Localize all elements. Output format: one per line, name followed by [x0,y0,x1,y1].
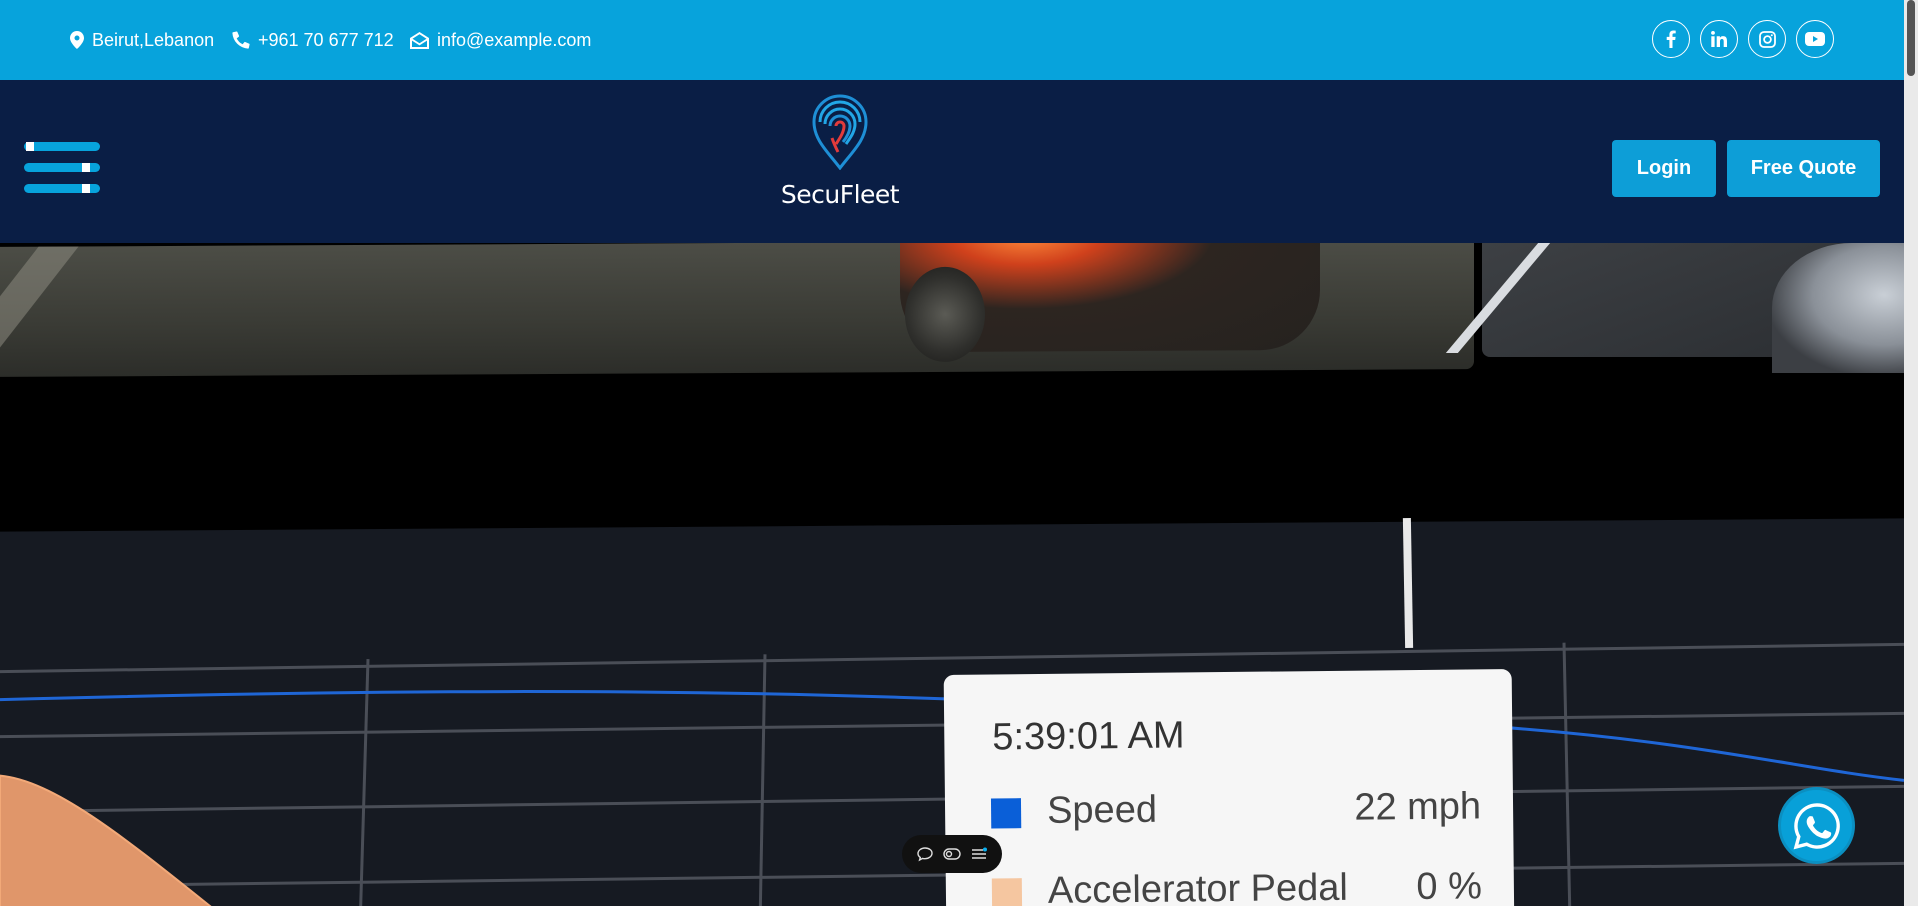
youtube-link[interactable] [1796,20,1834,58]
phone-icon [232,31,250,49]
brand-logo[interactable]: SecuFleet [780,94,900,214]
scrollbar-thumb[interactable] [1907,0,1915,76]
email-text[interactable]: info@example.com [437,30,591,51]
tooltip-series-name: Accelerator Pedal [1047,866,1349,906]
accelerator-series-area [0,774,243,906]
email-item[interactable]: info@example.com [410,0,591,80]
instagram-icon [1758,30,1776,48]
comment-icon[interactable] [917,846,933,862]
whatsapp-button[interactable] [1778,787,1855,864]
page-scrollbar[interactable] [1904,0,1918,906]
facebook-icon [1666,30,1676,48]
brand-name: SecuFleet [780,180,900,209]
accelerator-swatch [991,878,1023,906]
top-contact-bar: Beirut,Lebanon +961 70 677 712 info@exam… [0,0,1904,80]
hamburger-menu-icon[interactable] [24,142,102,200]
tooltip-series-name: Speed [1046,788,1158,832]
tooltip-series-value: 22 mph [1354,785,1482,829]
tooltip-row-accelerator: Accelerator Pedal 0 % [991,865,1482,906]
camera-feed-side [1445,243,1904,373]
speed-swatch [990,798,1022,829]
tooltip-time: 5:39:01 AM [992,714,1185,759]
main-header: SecuFleet Login Free Quote [0,80,1904,243]
whatsapp-icon [1793,802,1840,849]
linkedin-link[interactable] [1700,20,1738,58]
camera-feed-front [0,243,1474,398]
fingerprint-pin-icon [812,94,868,170]
youtube-icon [1805,32,1825,46]
menu-list-icon[interactable] [971,847,987,861]
chart-tooltip: 5:39:01 AM Speed 22 mph Accelerator Peda… [943,669,1515,906]
login-button[interactable]: Login [1612,140,1716,197]
floating-toolbar [902,835,1002,873]
linkedin-icon [1711,31,1727,47]
toggle-icon[interactable] [943,847,961,861]
free-quote-button[interactable]: Free Quote [1727,140,1880,197]
phone-item[interactable]: +961 70 677 712 [232,0,394,80]
tooltip-row-speed: Speed 22 mph [990,785,1481,832]
instagram-link[interactable] [1748,20,1786,58]
phone-text[interactable]: +961 70 677 712 [258,30,394,51]
envelope-open-icon [410,31,429,49]
tooltip-series-value: 0 % [1416,865,1483,906]
location-pin-icon [70,31,84,49]
address-item: Beirut,Lebanon [70,0,214,80]
facebook-link[interactable] [1652,20,1690,58]
address-text: Beirut,Lebanon [92,29,215,50]
